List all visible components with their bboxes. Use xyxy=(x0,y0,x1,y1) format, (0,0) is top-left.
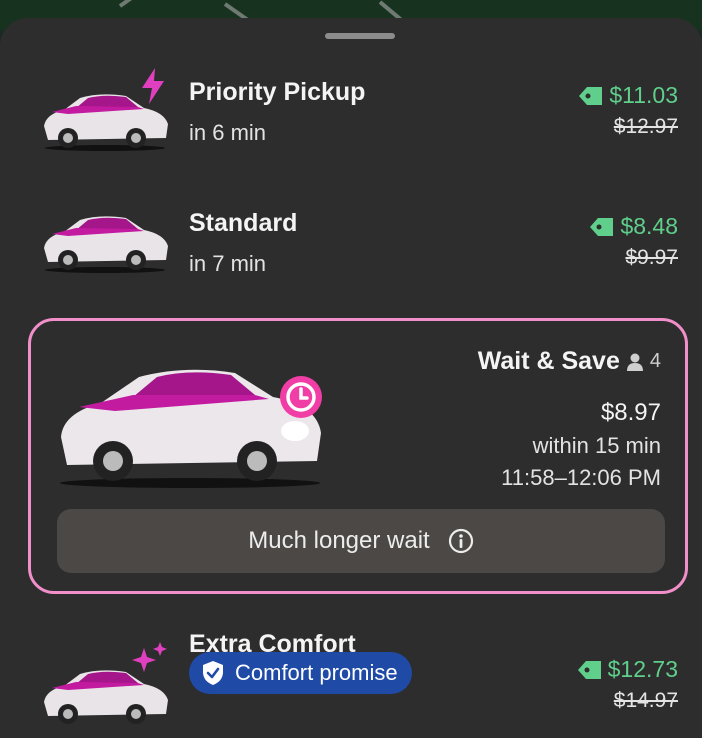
original-price: $14.97 xyxy=(613,689,678,712)
discounted-price: $11.03 xyxy=(609,82,678,108)
car-icon xyxy=(44,216,168,273)
clock-icon xyxy=(280,376,322,418)
option-eta: in 6 min xyxy=(189,120,267,145)
option-eta: in 7 min xyxy=(189,251,267,276)
ride-option-priority-pickup[interactable]: Priority Pickup in 6 min $11.03 $12.97 xyxy=(0,18,702,168)
discounted-price: $8.48 xyxy=(620,213,678,239)
original-price: $12.97 xyxy=(613,115,678,138)
map-road xyxy=(118,0,171,8)
price-group: $12.73 $14.97 xyxy=(576,656,678,713)
info-icon[interactable] xyxy=(448,528,474,554)
seat-count: 4 xyxy=(649,350,661,372)
ride-options-sheet: Priority Pickup in 6 min $11.03 $12.97 S… xyxy=(0,18,702,738)
option-title: Priority Pickup xyxy=(189,78,366,106)
price-group: $8.48 $9.97 xyxy=(588,213,678,270)
longer-wait-label: Much longer wait xyxy=(248,527,430,554)
longer-wait-notice[interactable]: Much longer wait xyxy=(57,509,665,573)
wait-save-eta: within 15 min xyxy=(532,433,661,458)
option-title: Wait & Save xyxy=(477,347,620,375)
lightning-icon xyxy=(142,68,164,104)
discount-tag-icon xyxy=(577,660,601,679)
wait-save-title-group: Wait & Save 4 xyxy=(478,347,661,376)
ride-option-wait-and-save[interactable]: Wait & Save 4 $8.97 within 15 min 11:58–… xyxy=(28,318,688,594)
ride-option-standard[interactable]: Standard in 7 min $8.48 $9.97 xyxy=(0,168,702,298)
badge-label: Comfort promise xyxy=(235,660,398,685)
comfort-promise-badge[interactable]: Comfort promise xyxy=(189,652,412,694)
option-title: Standard xyxy=(189,209,298,237)
discount-tag-icon xyxy=(579,86,603,105)
discounted-price: $12.73 xyxy=(607,656,678,682)
original-price: $9.97 xyxy=(625,246,678,269)
wait-save-price: $8.97 xyxy=(600,399,661,426)
wait-save-arrival-window: 11:58–12:06 PM xyxy=(501,465,661,490)
shield-check-icon xyxy=(203,661,223,685)
discount-tag-icon xyxy=(590,217,614,236)
person-icon xyxy=(626,353,643,371)
sparkles-icon xyxy=(132,642,167,672)
price-group: $11.03 $12.97 xyxy=(577,82,678,139)
